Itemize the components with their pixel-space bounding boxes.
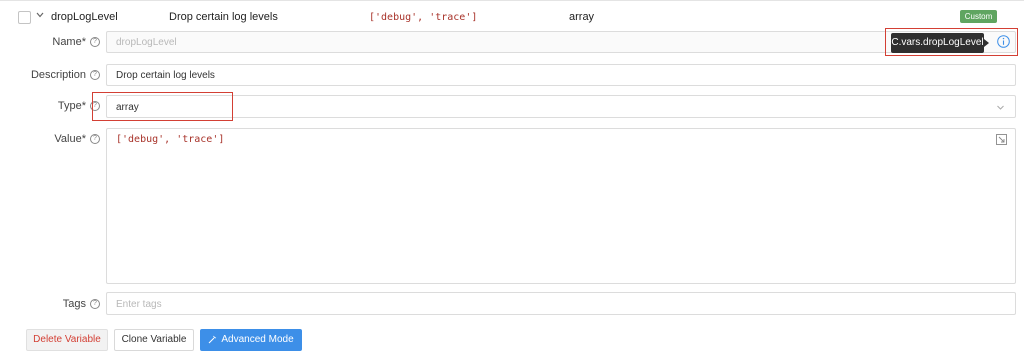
advanced-mode-label: Advanced Mode <box>221 334 294 345</box>
help-icon: ? <box>90 134 100 144</box>
variable-name: dropLogLevel <box>51 11 118 23</box>
tooltip-arrow <box>984 39 989 47</box>
delete-variable-button[interactable]: Delete Variable <box>26 329 108 351</box>
variable-value: ['debug', 'trace'] <box>369 12 478 23</box>
description-field[interactable]: Drop certain log levels <box>106 64 1016 86</box>
value-editor[interactable]: ['debug', 'trace'] <box>106 128 1016 284</box>
value-label: Value* <box>54 133 86 145</box>
name-field[interactable]: dropLogLevel <box>106 31 1016 53</box>
expand-icon[interactable] <box>996 134 1007 145</box>
chevron-down-icon <box>997 105 1004 110</box>
type-select[interactable]: array <box>106 95 1016 118</box>
help-icon: ? <box>90 70 100 80</box>
description-label: Description <box>30 69 86 81</box>
clone-variable-button[interactable]: Clone Variable <box>114 329 194 351</box>
help-icon: ? <box>90 37 100 47</box>
type-label: Type* <box>57 100 86 112</box>
magic-wand-icon <box>208 335 217 344</box>
advanced-mode-button[interactable]: Advanced Mode <box>200 329 302 351</box>
variable-type: array <box>569 11 595 23</box>
value-code: ['debug', 'trace'] <box>116 134 225 145</box>
chevron-down-icon[interactable] <box>35 10 45 20</box>
row-select-checkbox[interactable] <box>18 11 31 24</box>
path-tooltip: C.vars.dropLogLevel <box>891 33 984 53</box>
top-divider <box>0 0 1024 1</box>
description-value: Drop certain log levels <box>116 70 215 81</box>
tags-placeholder: Enter tags <box>116 299 162 310</box>
info-icon[interactable] <box>997 35 1010 48</box>
name-label: Name* <box>52 36 86 48</box>
type-highlight <box>92 92 233 121</box>
tags-input[interactable]: Enter tags <box>106 292 1016 315</box>
name-placeholder: dropLogLevel <box>116 37 177 48</box>
tags-label: Tags <box>62 298 86 310</box>
variable-description: Drop certain log levels <box>169 11 278 23</box>
help-icon: ? <box>90 299 100 309</box>
custom-badge: Custom <box>960 10 997 23</box>
